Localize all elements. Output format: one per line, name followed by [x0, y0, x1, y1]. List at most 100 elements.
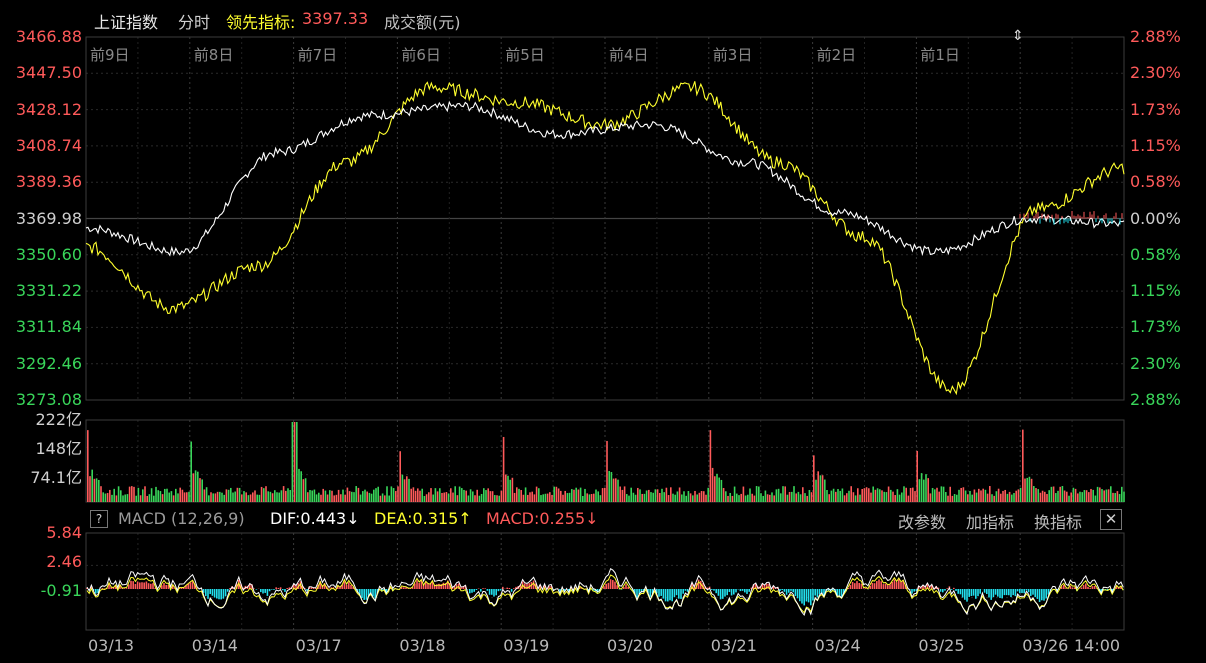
- volume-bar: [689, 493, 692, 502]
- volume-bar: [562, 494, 564, 502]
- volume-bar: [505, 474, 507, 502]
- volume-tick-label: 148亿: [35, 439, 82, 458]
- volume-bar: [478, 495, 481, 502]
- volume-bar: [835, 491, 837, 502]
- volume-bar: [355, 486, 357, 502]
- volume-bar: [364, 489, 366, 502]
- volume-bar: [93, 478, 96, 502]
- volume-bar: [782, 486, 784, 502]
- volume-bar: [692, 495, 694, 502]
- volume-bar: [1114, 493, 1116, 502]
- volume-bar: [236, 487, 239, 502]
- volume-bar: [832, 488, 835, 502]
- volume-bar: [1094, 495, 1097, 502]
- date-label: 03/14: [191, 636, 238, 655]
- volume-bar: [366, 491, 368, 502]
- volume-bar: [555, 486, 558, 502]
- volume-bar: [146, 495, 148, 502]
- volume-bar: [353, 492, 355, 502]
- volume-bar: [551, 494, 553, 502]
- volume-bar: [839, 490, 841, 502]
- volume-bar: [590, 494, 593, 502]
- volume-bar: [766, 494, 769, 502]
- close-icon[interactable]: ✕: [1100, 509, 1122, 530]
- volume-bar: [205, 487, 208, 502]
- volume-bar: [265, 486, 267, 502]
- volume-bar: [331, 490, 333, 502]
- volume-bar: [384, 495, 386, 502]
- volume-bar: [1015, 490, 1017, 502]
- volume-bar: [500, 490, 503, 502]
- volume-bar: [557, 488, 560, 502]
- volume-bar: [1017, 489, 1020, 502]
- volume-bar: [843, 495, 846, 502]
- volume-bar: [1116, 491, 1119, 502]
- volume-bar: [826, 489, 828, 502]
- volume-bar: [370, 493, 373, 502]
- volume-bar: [881, 490, 883, 502]
- volume-bar: [566, 493, 569, 502]
- help-icon[interactable]: ?: [90, 510, 108, 528]
- macd-tick-label: 2.46: [46, 552, 82, 571]
- volume-bar: [762, 495, 764, 502]
- add-indicator-button[interactable]: 加指标: [966, 509, 1014, 533]
- volume-bar: [938, 491, 940, 502]
- volume-bar: [747, 494, 749, 502]
- volume-bar: [230, 487, 232, 502]
- volume-bar: [456, 495, 459, 502]
- volume-bar: [674, 494, 676, 502]
- volume-bar: [975, 492, 978, 502]
- volume-bar: [128, 486, 131, 502]
- macd-name[interactable]: MACD (12,26,9): [118, 509, 245, 528]
- volume-bar: [980, 490, 982, 502]
- price-tick-label: 3273.08: [15, 390, 82, 409]
- volume-bar: [973, 489, 976, 502]
- volume-bar: [511, 477, 514, 502]
- volume-bar: [172, 495, 175, 502]
- volume-tick-label: 222亿: [35, 410, 82, 429]
- volume-bar: [667, 495, 670, 502]
- volume-bar: [469, 489, 472, 502]
- change-params-button[interactable]: 改参数: [898, 509, 946, 533]
- volume-bar: [1022, 429, 1024, 502]
- volume-bar: [150, 488, 153, 502]
- volume-bar: [626, 494, 628, 502]
- volume-bar: [1105, 489, 1108, 502]
- volume-bar: [406, 476, 408, 502]
- volume-bar: [610, 472, 613, 502]
- volume-bar: [529, 492, 531, 502]
- volume-bar: [225, 489, 228, 502]
- volume-bar: [956, 494, 958, 502]
- volume-bar: [463, 489, 465, 502]
- volume-bar: [1052, 486, 1055, 502]
- volume-bar: [775, 489, 778, 502]
- volume-bar: [208, 495, 210, 502]
- volume-bar: [927, 478, 929, 502]
- volume-bar: [190, 441, 192, 502]
- volume-bar: [373, 489, 375, 502]
- volume-bar: [736, 493, 738, 502]
- volume-bar: [659, 492, 661, 502]
- volume-bar: [951, 495, 954, 502]
- volume-bar: [1044, 491, 1046, 502]
- volume-bar: [161, 494, 164, 502]
- volume-bar: [388, 495, 390, 502]
- expand-icon[interactable]: ⇕: [1012, 28, 1024, 44]
- volume-bar: [485, 490, 487, 502]
- volume-bar: [962, 487, 965, 502]
- volume-bar: [703, 491, 705, 502]
- volume-bar: [540, 495, 542, 502]
- volume-bar: [197, 471, 199, 502]
- volume-bar: [1063, 490, 1066, 502]
- switch-indicator-button[interactable]: 换指标: [1034, 509, 1082, 533]
- volume-bar: [181, 489, 184, 502]
- date-label: 14:00: [1074, 636, 1121, 655]
- volume-bar: [808, 489, 811, 502]
- volume-bar: [755, 486, 758, 502]
- volume-bar: [166, 488, 168, 502]
- volume-bar: [676, 491, 679, 502]
- volume-bar: [791, 491, 793, 502]
- volume-bar: [122, 495, 124, 502]
- volume-bar: [98, 479, 100, 502]
- volume-bar: [672, 493, 674, 502]
